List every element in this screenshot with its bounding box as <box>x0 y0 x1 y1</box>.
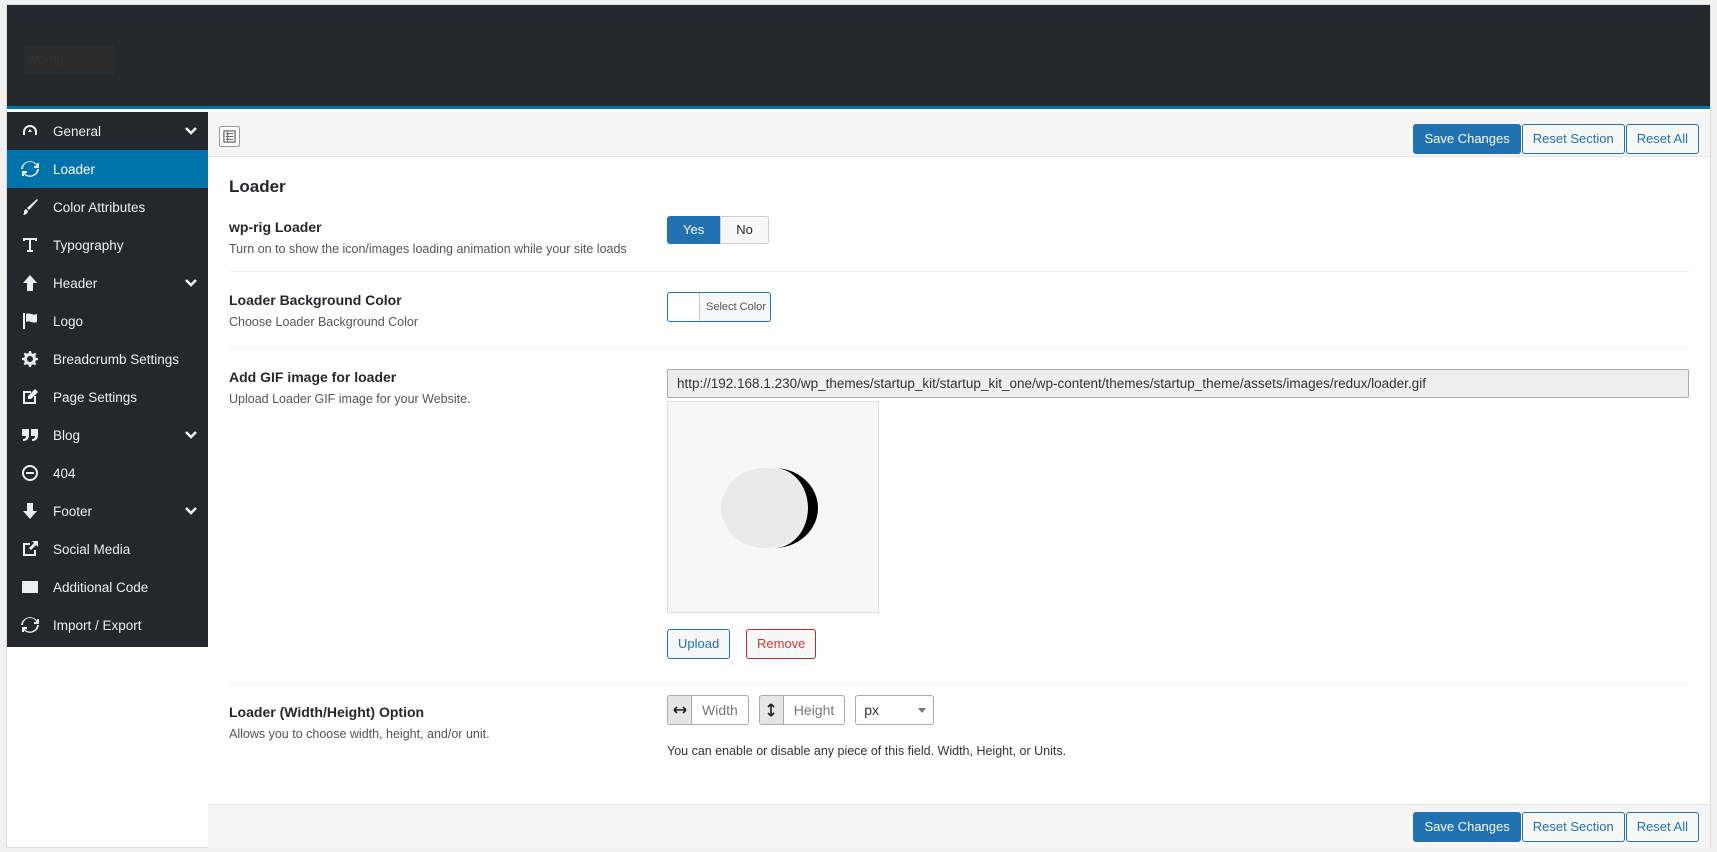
save-button-bottom[interactable]: Save Changes <box>1413 812 1521 842</box>
options-panel: wp-rig General Loader Color Attributes Typo… <box>6 4 1711 848</box>
quote-icon <box>19 424 41 446</box>
panel-header: wp-rig <box>7 5 1710 109</box>
gif-row: Add GIF image for loader Upload Loader G… <box>229 349 1689 684</box>
bg-color-desc: Choose Loader Background Color <box>229 315 419 329</box>
loader-toggle-row: wp-rig Loader Turn on to show the icon/i… <box>229 212 1689 272</box>
sidebar-item-404[interactable]: 404 <box>7 454 208 492</box>
chevron-down-icon <box>918 708 927 713</box>
save-button[interactable]: Save Changes <box>1413 124 1521 154</box>
upload-button[interactable]: Upload <box>667 629 731 659</box>
color-swatch <box>668 293 700 321</box>
bottom-toolbar: Save Changes Reset Section Reset All <box>208 804 1710 848</box>
sidebar: General Loader Color Attributes Typography H… <box>7 112 208 647</box>
bg-color-label: Loader Background Color <box>229 292 402 308</box>
refresh-icon <box>19 614 41 636</box>
color-picker-button[interactable]: Select Color <box>667 292 771 322</box>
toggle-yes[interactable]: Yes <box>667 216 721 244</box>
sidebar-item-label: Header <box>53 275 98 291</box>
sidebar-item-general[interactable]: General <box>7 112 208 150</box>
sidebar-item-color-attributes[interactable]: Color Attributes <box>7 188 208 226</box>
gif-preview-image <box>667 401 879 613</box>
chevron-down-icon[interactable] <box>184 124 198 138</box>
gif-url-input[interactable]: http://192.168.1.230/wp_themes/startup_k… <box>667 369 1689 398</box>
share-icon <box>19 538 41 560</box>
sidebar-item-label: Additional Code <box>53 579 149 595</box>
chevron-down-icon[interactable] <box>184 428 198 442</box>
sidebar-item-label: Social Media <box>53 541 131 557</box>
expand-options-icon[interactable] <box>219 126 240 147</box>
toggle-no[interactable]: No <box>720 216 769 244</box>
loader-toggle-desc: Turn on to show the icon/images loading … <box>229 242 627 256</box>
gif-desc: Upload Loader GIF image for your Website… <box>229 392 471 406</box>
css-icon <box>19 576 41 598</box>
reset-all-button-bottom[interactable]: Reset All <box>1625 812 1699 842</box>
sidebar-item-additional-code[interactable]: Additional Code <box>7 568 208 606</box>
sidebar-item-label: Blog <box>53 427 81 443</box>
minus-circle-icon <box>19 462 41 484</box>
loader-preview-icon <box>721 468 818 548</box>
arrow-down-icon <box>19 500 41 522</box>
sidebar-item-label: Loader <box>53 161 96 177</box>
chevron-down-icon[interactable] <box>184 504 198 518</box>
sidebar-item-label: Color Attributes <box>53 199 146 215</box>
chevron-down-icon[interactable] <box>184 276 198 290</box>
section-title: Loader <box>229 177 286 196</box>
dimensions-row: Loader (Width/Height) Option Allows you … <box>229 684 1689 784</box>
sidebar-item-label: Import / Export <box>53 617 142 633</box>
gear-icon <box>19 348 41 370</box>
bg-color-row: Loader Background Color Choose Loader Ba… <box>229 272 1689 349</box>
sidebar-item-social-media[interactable]: Social Media <box>7 530 208 568</box>
sidebar-item-label: 404 <box>53 465 76 481</box>
dimensions-label: Loader (Width/Height) Option <box>229 704 425 720</box>
remove-button[interactable]: Remove <box>746 629 817 659</box>
brush-icon <box>19 196 41 218</box>
reset-all-button[interactable]: Reset All <box>1625 124 1699 154</box>
top-toolbar: Save Changes Reset Section Reset All <box>208 112 1710 157</box>
sidebar-item-breadcrumb-settings[interactable]: Breadcrumb Settings <box>7 340 208 378</box>
dimensions-desc: Allows you to choose width, height, and/… <box>229 727 490 741</box>
reset-section-button[interactable]: Reset Section <box>1521 124 1625 154</box>
loader-toggle-label: wp-rig Loader <box>229 219 322 235</box>
sidebar-item-loader[interactable]: Loader <box>7 150 208 188</box>
edit-icon <box>19 386 41 408</box>
text-icon <box>19 234 41 256</box>
sidebar-item-page-settings[interactable]: Page Settings <box>7 378 208 416</box>
height-field[interactable]: Height <box>758 695 846 725</box>
reset-section-button-bottom[interactable]: Reset Section <box>1521 812 1625 842</box>
sidebar-item-header[interactable]: Header <box>7 264 208 302</box>
height-input[interactable]: Height <box>783 696 845 724</box>
width-field[interactable]: Width <box>667 695 749 725</box>
sidebar-item-label: Page Settings <box>53 389 138 405</box>
main-content: Save Changes Reset Section Reset All Loa… <box>208 112 1710 848</box>
sidebar-item-label: General <box>53 123 102 139</box>
gif-label: Add GIF image for loader <box>229 369 397 385</box>
dimensions-note: You can enable or disable any piece of t… <box>667 744 1067 758</box>
sidebar-item-label: Breadcrumb Settings <box>53 351 180 367</box>
sidebar-item-typography[interactable]: Typography <box>7 226 208 264</box>
loader-toggle[interactable]: Yes No <box>667 216 769 244</box>
width-input[interactable]: Width <box>692 696 748 724</box>
sidebar-item-footer[interactable]: Footer <box>7 492 208 530</box>
color-picker-label: Select Color <box>706 301 766 313</box>
height-arrows-icon <box>759 696 784 724</box>
sidebar-item-logo[interactable]: Logo <box>7 302 208 340</box>
sidebar-item-import-export[interactable]: Import / Export <box>7 606 208 644</box>
site-logo: wp-rig <box>24 45 114 75</box>
dashboard-icon <box>19 120 41 142</box>
sidebar-item-label: Footer <box>53 503 93 519</box>
sidebar-item-label: Typography <box>53 237 124 253</box>
width-arrows-icon <box>668 696 692 724</box>
unit-select[interactable]: px <box>855 695 935 725</box>
arrow-up-icon <box>19 272 41 294</box>
sidebar-item-blog[interactable]: Blog <box>7 416 208 454</box>
refresh-icon <box>19 158 41 180</box>
sidebar-item-label: Logo <box>53 313 84 329</box>
flag-icon <box>19 310 41 332</box>
